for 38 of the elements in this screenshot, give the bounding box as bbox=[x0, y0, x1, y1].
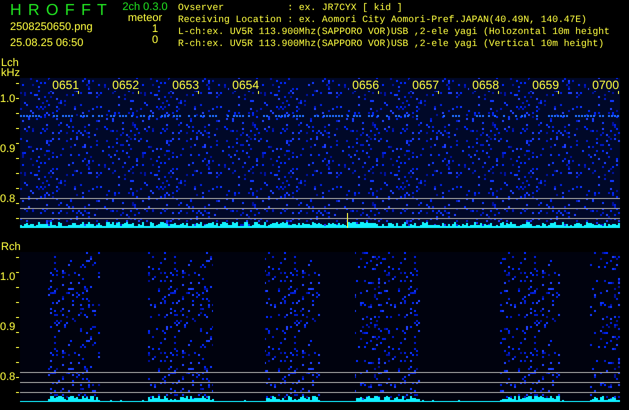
app-title: H R O F F T bbox=[10, 2, 109, 20]
info-line: Receiving Location : ex. Aomori City Aomori-Pref.JAPAN(40.49N, 140.47E) bbox=[178, 14, 588, 26]
frequency-label: 1.0 bbox=[0, 93, 16, 105]
time-tick bbox=[498, 91, 499, 94]
time-tick bbox=[378, 91, 379, 94]
info-line: Ovserver : ex. JR7CYX [ kid ] bbox=[178, 2, 404, 14]
time-tick bbox=[618, 91, 619, 94]
time-tick bbox=[78, 91, 79, 94]
time-tick bbox=[558, 91, 559, 94]
channel-label: Lch bbox=[1, 58, 19, 68]
info-line: R-ch:ex. UV5R 113.900Mhz(SAPPORO VOR)USB ,2-ele yagi (Vertical 10m height) bbox=[178, 38, 606, 50]
channel-label: Rch bbox=[1, 242, 22, 252]
time-label: 0651 bbox=[49, 79, 79, 91]
frequency-label: 1.0 bbox=[0, 271, 16, 283]
version-label: 2ch 0.3.0 bbox=[122, 2, 168, 13]
mode-label: meteor bbox=[128, 13, 162, 24]
unit-label: kHz bbox=[1, 68, 21, 78]
time-label: 0654 bbox=[229, 79, 259, 91]
frequency-label: 0.9 bbox=[0, 321, 16, 333]
time-label: 0653 bbox=[169, 79, 199, 91]
frequency-label: 0.8 bbox=[0, 371, 16, 383]
count-label: 1 bbox=[150, 24, 158, 35]
time-tick bbox=[258, 91, 259, 94]
frequency-label: 0.8 bbox=[0, 193, 16, 205]
count-label: 0 bbox=[150, 35, 158, 46]
time-label: 0700 bbox=[589, 79, 619, 91]
time-label: 0652 bbox=[109, 79, 139, 91]
time-label: 0659 bbox=[529, 79, 559, 91]
frequency-label: 0.9 bbox=[0, 143, 16, 155]
time-tick bbox=[438, 91, 439, 94]
time-label: 0657 bbox=[409, 79, 439, 91]
datetime: 25.08.25 06:50 bbox=[10, 36, 84, 50]
time-label: 0656 bbox=[349, 79, 379, 91]
time-tick bbox=[198, 91, 199, 94]
time-label: 0658 bbox=[469, 79, 499, 91]
filename: 2508250650.png bbox=[10, 20, 94, 34]
info-line: L-ch:ex. UV5R 113.900Mhz(SAPPORO VOR)USB ,2-ele yagi (Holozontal 10m height bbox=[178, 26, 610, 38]
time-tick bbox=[138, 91, 139, 94]
